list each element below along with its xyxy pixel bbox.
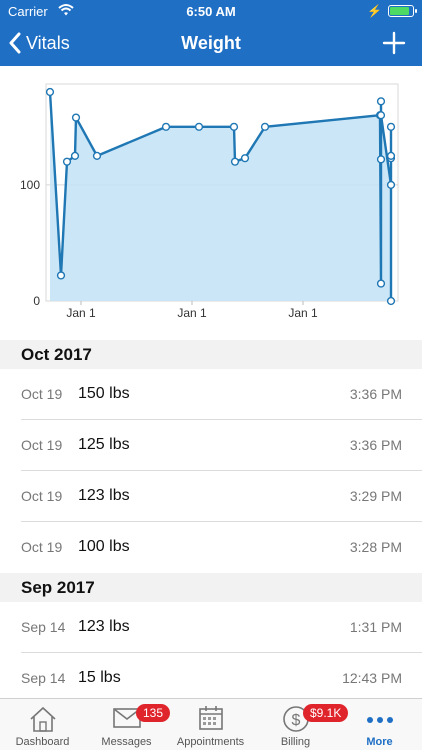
house-icon: [28, 705, 58, 738]
chart-data-point: [161, 122, 171, 131]
tab-label: Billing: [280, 736, 311, 748]
weight-entry-row[interactable]: Oct 19 150 lbs 3:36 PM: [0, 369, 422, 420]
chart-y-tick-label: 0: [33, 294, 40, 308]
chart-data-point: [45, 87, 55, 97]
weight-entries-list: Oct 2017 Oct 19 150 lbs 3:36 PM Oct 19 125 lb…: [0, 340, 422, 698]
tab-messages[interactable]: Messages 135: [84, 699, 171, 750]
chart-data-point: [386, 180, 396, 189]
tab-bar: Dashboard Messages 135 Appointments $ Billing…: [0, 698, 422, 750]
chart-data-point: [62, 157, 72, 166]
entry-time: 12:43 PM: [342, 670, 402, 686]
chart-x-tick-label: Jan 1: [177, 306, 207, 320]
entry-date: Oct 19: [21, 386, 63, 402]
tab-dashboard[interactable]: Dashboard: [0, 699, 85, 750]
tab-appointments[interactable]: Appointments: [168, 699, 253, 750]
top-bar: Carrier 6:50 AM ⚡ Vitals Weight: [0, 0, 422, 66]
chart-data-point: [70, 151, 80, 160]
weight-entry-row[interactable]: Oct 19 100 lbs 3:28 PM: [0, 522, 422, 573]
weight-entry-row[interactable]: Sep 14 123 lbs 1:31 PM: [0, 602, 422, 653]
entry-weight: 150 lbs: [78, 385, 130, 402]
tab-label: Messages: [101, 736, 152, 748]
chart-x-tick-label: Jan 1: [66, 306, 96, 320]
chart-data-point: [194, 122, 204, 131]
entry-weight: 125 lbs: [78, 436, 130, 453]
tab-label: Dashboard: [15, 736, 70, 748]
entry-weight: 15 lbs: [78, 669, 121, 686]
weight-chart-svg: 0 100 Jan 1 Jan 1 Jan 1: [20, 83, 399, 320]
tab-label: Appointments: [176, 736, 245, 748]
charging-icon: ⚡: [367, 4, 382, 18]
entry-time: 3:28 PM: [349, 539, 402, 555]
navigation-bar: Vitals Weight: [0, 22, 422, 66]
chart-data-point: [376, 97, 386, 106]
section-header: Sep 2017: [0, 573, 422, 602]
calendar-icon: [198, 705, 224, 736]
entry-time: 3:36 PM: [349, 386, 402, 402]
chart-data-point: [376, 111, 386, 120]
chart-data-point: [56, 271, 66, 280]
chart-x-tick-label: Jan 1: [288, 306, 318, 320]
chart-data-point: [230, 157, 240, 166]
entry-date: Oct 19: [21, 488, 63, 504]
weight-entry-row[interactable]: Oct 19 123 lbs 3:29 PM: [0, 471, 422, 522]
chart-data-point: [386, 122, 396, 131]
weight-entry-row[interactable]: Sep 14 15 lbs 12:43 PM: [0, 653, 422, 698]
chart-data-point: [240, 154, 250, 163]
weight-entry-row[interactable]: Oct 19 125 lbs 3:36 PM: [0, 420, 422, 471]
add-icon[interactable]: [380, 29, 408, 57]
chart-data-point: [376, 155, 386, 164]
notification-badge: 135: [136, 704, 171, 722]
entry-weight: 123 lbs: [78, 618, 130, 635]
entry-date: Sep 14: [21, 670, 66, 686]
chart-data-point: [92, 151, 102, 160]
battery-icon: [388, 5, 417, 17]
tab-label: More: [366, 736, 393, 748]
chart-data-point: [386, 296, 396, 306]
page-title: Weight: [181, 33, 241, 53]
entry-date: Oct 19: [21, 539, 63, 555]
entry-weight: 100 lbs: [78, 538, 130, 555]
entry-time: 3:36 PM: [349, 437, 402, 453]
entry-weight: 123 lbs: [78, 487, 130, 504]
tab-billing[interactable]: $ Billing $9.1K: [253, 699, 349, 750]
chart-data-point: [229, 122, 239, 131]
chart-y-tick-label: 100: [20, 178, 40, 192]
entry-date: Oct 19: [21, 437, 63, 453]
status-bar: Carrier 6:50 AM ⚡: [0, 0, 422, 22]
ellipsis-icon: [365, 705, 395, 736]
section-header: Oct 2017: [0, 340, 422, 369]
svg-text:$: $: [291, 712, 300, 729]
chart-data-point: [260, 122, 270, 131]
chart-data-point: [71, 113, 81, 122]
entry-time: 3:29 PM: [349, 488, 402, 504]
chart-data-point: [376, 279, 386, 288]
entry-date: Sep 14: [21, 619, 66, 635]
weight-chart: 0 100 Jan 1 Jan 1 Jan 1: [0, 66, 422, 340]
status-time: 6:50 AM: [186, 4, 236, 19]
chart-data-point: [386, 151, 396, 160]
tab-more[interactable]: More: [337, 699, 422, 750]
entry-time: 1:31 PM: [349, 619, 402, 635]
